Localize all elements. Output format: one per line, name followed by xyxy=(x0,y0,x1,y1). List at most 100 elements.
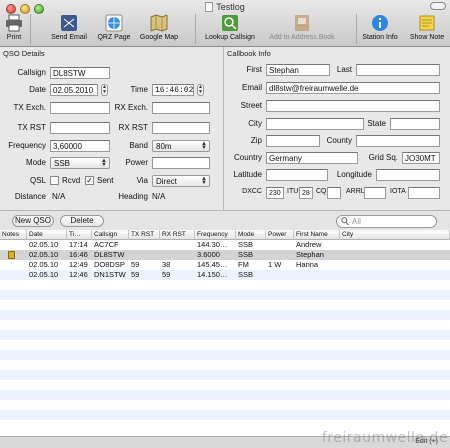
column-header-date[interactable]: Date xyxy=(27,230,67,240)
city-field[interactable] xyxy=(266,118,364,130)
date-stepper[interactable]: ▲ ▼ xyxy=(101,84,108,96)
table-row[interactable]: 02.05.10 17:14 AC7CF 144.30… SSB Andrew xyxy=(0,240,450,250)
rx-rst-label: RX RST xyxy=(118,123,148,132)
table-row[interactable]: 02.05.10 16:46 DL8STW 3.6000 SSB Stephan xyxy=(0,250,450,260)
column-header-first-name[interactable]: First Name xyxy=(294,230,340,240)
cell-frequency: 14.150… xyxy=(197,270,228,279)
state-field[interactable] xyxy=(390,118,440,130)
station-info-label: Station Info xyxy=(362,34,398,41)
band-select[interactable]: 80m ▲ ▼ xyxy=(152,140,210,152)
cell-first-name: Hanna xyxy=(296,260,319,269)
power-field[interactable] xyxy=(152,157,210,169)
country-field[interactable]: Germany xyxy=(266,152,358,164)
cell-power xyxy=(266,270,294,280)
grid-square-field[interactable]: JO30MT xyxy=(402,152,440,164)
zip-field[interactable] xyxy=(266,135,320,147)
dxcc-field[interactable]: 230 xyxy=(266,187,284,199)
cell-callsign: DO8DSP xyxy=(94,260,125,269)
google-map-button[interactable]: Google Map xyxy=(138,14,180,46)
cell-date: 02.05.10 xyxy=(29,260,59,269)
lookup-icon xyxy=(222,15,238,31)
select-arrows-icon: ▲ ▼ xyxy=(201,176,207,186)
itu-field[interactable]: 28 xyxy=(299,187,313,199)
table-row-empty xyxy=(0,350,450,360)
cell-mode: SSB xyxy=(238,240,254,249)
column-header-tx-rst[interactable]: TX RST xyxy=(129,230,160,240)
time-label: Time xyxy=(130,85,148,94)
new-qso-button[interactable]: New QSO xyxy=(12,215,54,227)
table-row-empty xyxy=(0,300,450,310)
column-header-power[interactable]: Power xyxy=(266,230,294,240)
column-header-mode[interactable]: Mode xyxy=(236,230,266,240)
table-row-empty xyxy=(0,340,450,350)
toolbar-toggle-button[interactable] xyxy=(430,2,446,10)
via-label: Via xyxy=(136,176,148,185)
mode-label: Mode xyxy=(25,158,46,167)
table-row-empty xyxy=(0,330,450,340)
station-info-button[interactable]: Station Info xyxy=(360,14,400,46)
cell-frequency: 3.6000 xyxy=(197,250,220,259)
county-field[interactable] xyxy=(356,135,440,147)
cell-city xyxy=(340,240,450,250)
rcvd-checkbox[interactable] xyxy=(50,176,59,185)
frequency-field[interactable]: 3,60000 xyxy=(50,140,110,152)
column-header-frequency[interactable]: Frequency xyxy=(195,230,236,240)
time-field[interactable]: 16:46:02 xyxy=(152,84,194,96)
iota-field[interactable] xyxy=(408,187,440,199)
latitude-field[interactable] xyxy=(266,169,328,181)
distance-value: N/A xyxy=(52,192,66,201)
cell-mode: SSB xyxy=(238,270,254,279)
column-header-city[interactable]: City xyxy=(340,230,450,240)
cell-time: 16:46 xyxy=(69,250,88,259)
table-row[interactable]: 02.05.10 12:46 DN1STW 59 59 14.150… SSB xyxy=(0,270,450,280)
cell-frequency: 145.45… xyxy=(197,260,228,269)
heading-value: N/A xyxy=(152,192,166,201)
band-value: 80m xyxy=(156,142,172,151)
delete-button[interactable]: Delete xyxy=(60,215,104,227)
qrz-page-button[interactable]: QRZ Page xyxy=(96,14,132,46)
longitude-field[interactable] xyxy=(376,169,440,181)
cell-city xyxy=(340,250,450,260)
mode-select[interactable]: SSB ▲ ▼ xyxy=(50,157,110,169)
table-row-empty xyxy=(0,360,450,370)
tx-rst-field[interactable] xyxy=(50,122,110,134)
show-note-button[interactable]: Show Note xyxy=(408,14,446,46)
time-stepper[interactable]: ▲ ▼ xyxy=(197,84,204,96)
column-header-callsign[interactable]: Callsign xyxy=(92,230,129,240)
print-button[interactable]: Print xyxy=(2,14,26,46)
column-header-rx-rst[interactable]: RX RST xyxy=(160,230,195,240)
country-label: Country xyxy=(233,153,262,162)
send-email-button[interactable]: Send Email xyxy=(48,14,90,46)
iota-label: IOTA xyxy=(390,188,406,195)
table-row[interactable]: 02.05.10 12:49 DO8DSP 59 38 145.45… FM 1 W Hanna xyxy=(0,260,450,270)
last-name-field[interactable] xyxy=(356,64,440,76)
rx-exch-field[interactable] xyxy=(152,102,210,114)
street-field[interactable] xyxy=(266,100,440,112)
callsign-field[interactable]: DL8STW xyxy=(50,67,110,79)
lookup-callsign-button[interactable]: Lookup Callsign xyxy=(204,14,256,46)
tx-exch-field[interactable] xyxy=(50,102,110,114)
cell-time: 12:46 xyxy=(69,270,88,279)
add-to-address-book-button[interactable]: Add to Address Book xyxy=(266,14,338,46)
table-row-empty xyxy=(0,310,450,320)
email-field[interactable]: dl8stw@freiraumwelle.de xyxy=(266,82,440,94)
cell-first-name: Andrew xyxy=(296,240,322,249)
via-select[interactable]: Direct ▲ ▼ xyxy=(152,175,210,187)
sent-checkbox[interactable]: ✓ xyxy=(85,176,94,185)
first-name-field[interactable]: Stephan xyxy=(266,64,330,76)
date-field[interactable]: 02.05.2010 xyxy=(50,84,98,96)
table-row-empty xyxy=(0,380,450,390)
zip-label: Zip xyxy=(250,136,262,145)
date-label: Date xyxy=(29,85,46,94)
cell-city xyxy=(340,260,450,270)
panel-divider xyxy=(223,47,224,210)
toolbar-separator xyxy=(30,14,31,44)
cell-time: 17:14 xyxy=(69,240,88,249)
column-header-time[interactable]: Ti… xyxy=(67,230,92,240)
note-icon[interactable] xyxy=(8,251,15,259)
column-header-notes[interactable]: Notes xyxy=(0,230,27,240)
search-input[interactable]: All xyxy=(336,215,437,228)
arrl-field[interactable] xyxy=(364,187,386,199)
rx-rst-field[interactable] xyxy=(152,122,210,134)
cq-field[interactable] xyxy=(327,187,341,199)
